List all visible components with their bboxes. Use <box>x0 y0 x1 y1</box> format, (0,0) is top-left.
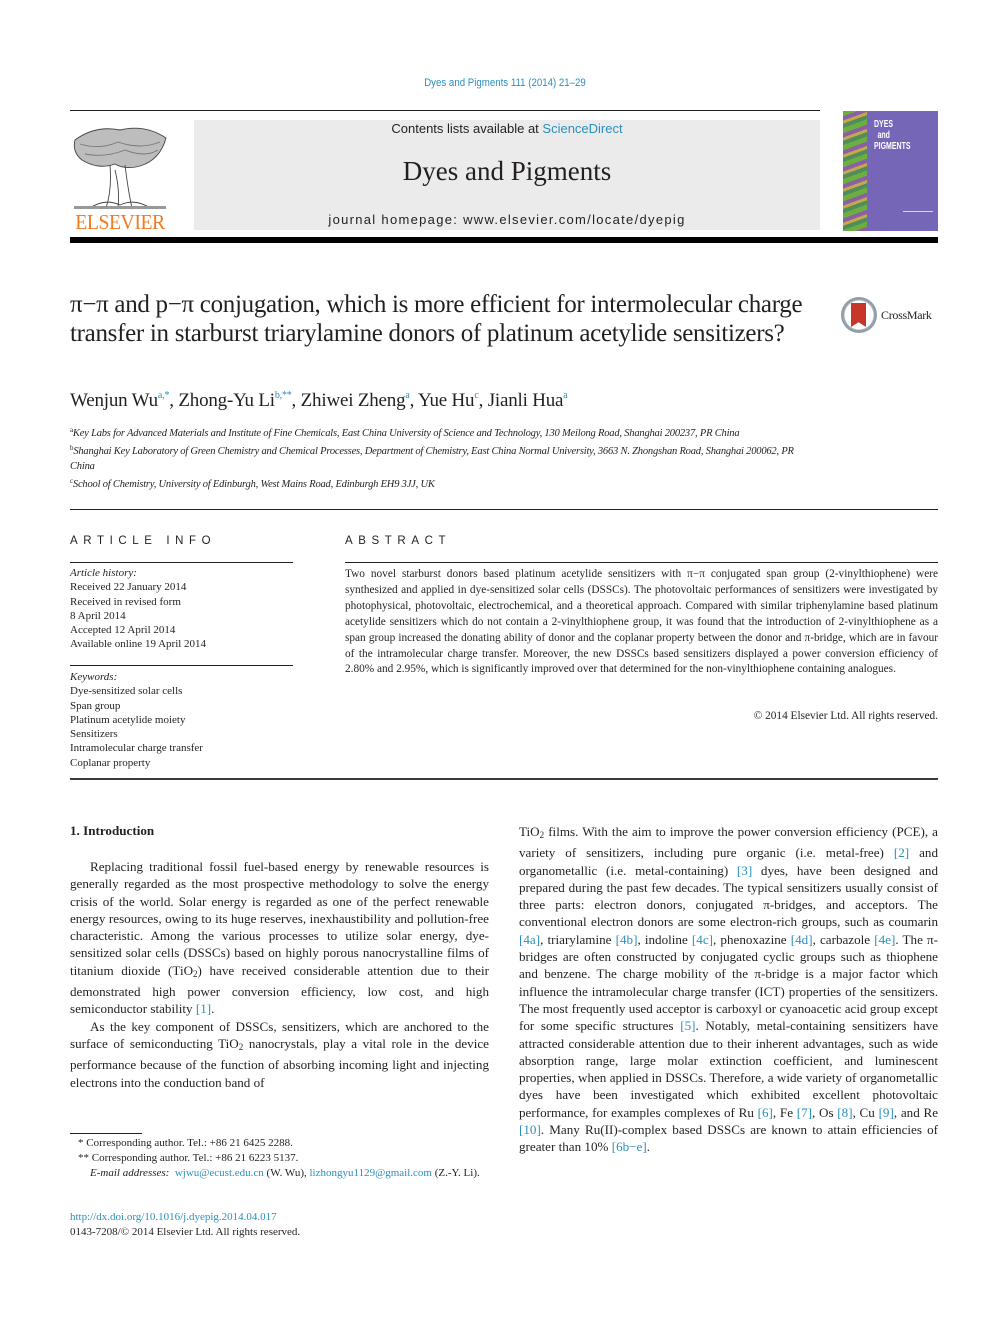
reference-link[interactable]: [2] <box>894 845 909 860</box>
keyword: Span group <box>70 699 121 712</box>
article-info-heading: ARTICLE INFO <box>70 535 217 547</box>
reference-link[interactable]: [10] <box>519 1122 541 1137</box>
history-item: Accepted 12 April 2014 <box>70 624 176 637</box>
email-link[interactable]: lizhongyu1129@gmail.com <box>310 1167 432 1179</box>
abstract-text: Two novel starburst donors based platinu… <box>345 568 938 676</box>
reference-link[interactable]: [8] <box>837 1105 852 1120</box>
author-name: Wenjun Wu <box>70 390 158 411</box>
author-affil-link[interactable]: b,** <box>275 390 292 401</box>
email-link[interactable]: wjwu@ecust.edu.cn <box>175 1167 264 1179</box>
reference-link[interactable]: [3] <box>737 863 752 878</box>
footnote: ** Corresponding author. Tel.: +86 21 62… <box>78 1152 299 1164</box>
paragraph: Replacing traditional fossil fuel-based … <box>70 859 489 1017</box>
paragraph: As the key component of DSSCs, sensitize… <box>70 1018 489 1090</box>
reference-link[interactable]: [4b] <box>616 932 638 947</box>
reference-link[interactable]: [6b−e] <box>612 1139 647 1154</box>
reference-link[interactable]: [4d] <box>791 932 813 947</box>
history-item: Received in revised form <box>70 595 181 608</box>
author-name: Yue Hu <box>418 390 475 411</box>
keyword: Dye-sensitized solar cells <box>70 685 183 698</box>
issn-copyright: 0143-7208/© 2014 Elsevier Ltd. All right… <box>70 1226 301 1238</box>
keyword: Coplanar property <box>70 756 151 769</box>
email-footnote: E-mail addresses: wjwu@ecust.edu.cn (W. … <box>90 1167 480 1179</box>
footnote-rule <box>70 1133 142 1134</box>
journal-citation-link[interactable]: Dyes and Pigments 111 (2014) 21–29 <box>61 77 950 89</box>
divider <box>70 665 293 666</box>
keyword: Platinum acetylide moiety <box>70 713 186 726</box>
journal-cover-image: DYES and PIGMENTS <box>843 111 938 231</box>
affiliation: bShanghai Key Laboratory of Green Chemis… <box>70 444 794 472</box>
author-affil-link[interactable]: a <box>563 390 567 401</box>
article-title: π−π and p−π conjugation, which is more e… <box>70 291 803 347</box>
keyword: Sensitizers <box>70 728 118 741</box>
reference-link[interactable]: [7] <box>797 1105 812 1120</box>
divider <box>70 562 293 563</box>
doi-block: http://dx.doi.org/10.1016/j.dyepig.2014.… <box>70 1210 300 1240</box>
author-list: Wenjun Wua,*, Zhong-Yu Lib,**, Zhiwei Zh… <box>70 390 568 411</box>
contents-line: Contents lists available at ScienceDirec… <box>391 121 623 136</box>
paragraph: TiO2 films. With the aim to improve the … <box>519 824 939 1155</box>
reference-link[interactable]: [1] <box>196 1001 211 1016</box>
reference-link[interactable]: [4c] <box>692 932 713 947</box>
body-column-left: Replacing traditional fossil fuel-based … <box>70 858 489 1091</box>
footnote: * Corresponding author. Tel.: +86 21 642… <box>78 1137 293 1149</box>
reference-link[interactable]: [6] <box>758 1105 773 1120</box>
divider <box>70 778 938 780</box>
reference-link[interactable]: [5] <box>680 1018 695 1033</box>
sciencedirect-link[interactable]: ScienceDirect <box>542 121 622 136</box>
journal-homepage: journal homepage: www.elsevier.com/locat… <box>328 212 686 227</box>
journal-masthead: Contents lists available at ScienceDirec… <box>194 120 820 230</box>
divider <box>345 562 938 563</box>
keywords: Keywords: Dye-sensitized solar cells Spa… <box>70 670 300 770</box>
abstract-copyright: © 2014 Elsevier Ltd. All rights reserved… <box>753 710 938 722</box>
divider <box>70 509 938 510</box>
author-affil-link[interactable]: a <box>405 390 409 401</box>
header-rule <box>70 110 820 111</box>
reference-link[interactable]: [4a] <box>519 932 540 947</box>
footnotes: * Corresponding author. Tel.: +86 21 642… <box>70 1136 489 1181</box>
reference-link[interactable]: [4e] <box>874 932 895 947</box>
author-name: Zhiwei Zheng <box>300 390 406 411</box>
article-history: Article history: Received 22 January 201… <box>70 566 300 652</box>
crossmark-label: CrossMark <box>881 308 932 322</box>
reference-link[interactable]: [9] <box>879 1105 894 1120</box>
keyword: Intramolecular charge transfer <box>70 742 203 755</box>
affiliation: cSchool of Chemistry, University of Edin… <box>70 476 435 490</box>
doi-link[interactable]: http://dx.doi.org/10.1016/j.dyepig.2014.… <box>70 1211 277 1223</box>
journal-title: Dyes and Pigments <box>402 156 612 186</box>
section-heading: 1. Introduction <box>70 823 155 838</box>
history-item: Available online 19 April 2014 <box>70 638 207 651</box>
cover-publisher-mark <box>903 211 933 219</box>
affiliations: aKey Labs for Advanced Materials and Ins… <box>70 423 820 492</box>
cover-pattern <box>843 111 867 231</box>
body-column-right: TiO2 films. With the aim to improve the … <box>519 823 938 1156</box>
crossmark-button[interactable]: CrossMark <box>840 297 940 335</box>
author-name: Zhong-Yu Li <box>178 390 275 411</box>
author-affil-link[interactable]: a,* <box>158 390 170 401</box>
elsevier-logo-text: ELSEVIER <box>75 210 165 234</box>
history-item: 8 April 2014 <box>70 609 126 622</box>
abstract-heading: ABSTRACT <box>345 535 452 547</box>
affiliation: aKey Labs for Advanced Materials and Ins… <box>70 426 740 439</box>
header-thick-rule <box>70 237 938 243</box>
author-affil-link[interactable]: c <box>474 390 478 401</box>
cover-title: DYES and PIGMENTS <box>874 119 911 152</box>
author-name: Jianli Hua <box>487 390 564 411</box>
history-item: Received 22 January 2014 <box>70 581 187 594</box>
